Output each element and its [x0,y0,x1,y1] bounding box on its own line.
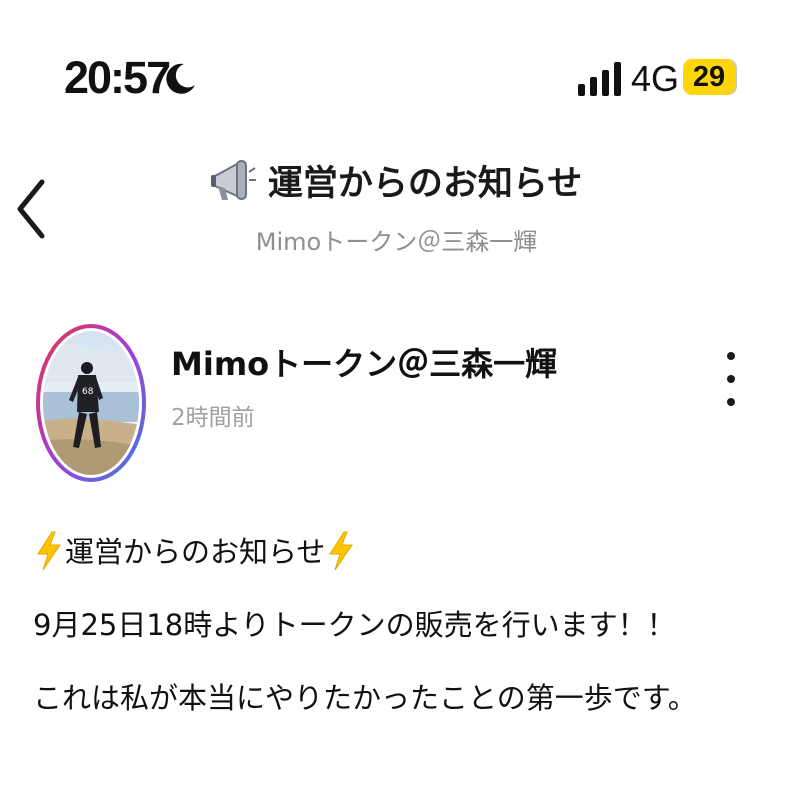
megaphone-icon [210,159,256,200]
status-time: 20:57 [64,52,171,103]
header-title-row: 運営からのお知らせ [0,155,793,206]
battery-indicator: 29 [683,59,735,95]
avatar[interactable]: 68 [33,322,149,485]
post-timestamp: 2時間前 [171,405,255,431]
cellular-signal-icon [578,62,621,96]
screen: 20:57 4G 29 運営からのお知らせ Mimoトークン＠三森一輝 68 M… [0,0,793,793]
post-body-line-2: 9月25日18時よりトークンの販売を行います！！ [33,608,676,642]
page-subtitle: Mimoトークン＠三森一輝 [255,228,538,256]
post-body-line-3: これは私が本当にやりたかったことの第一歩です。 [33,681,697,715]
post-body-line-1: 運営からのお知らせ [33,529,357,571]
author-name[interactable]: Mimoトークン＠三森一輝 [171,339,557,385]
page-title: 運営からのお知らせ [267,164,583,204]
more-vertical-icon[interactable] [714,348,748,410]
lightning-icon [37,531,61,571]
moon-icon [166,63,195,94]
status-bar: 20:57 4G 29 [0,0,793,120]
network-type: 4G [631,58,680,99]
post-body-heading: 運営からのお知らせ [65,535,326,569]
lightning-icon [329,531,354,571]
svg-text:68: 68 [82,387,94,397]
